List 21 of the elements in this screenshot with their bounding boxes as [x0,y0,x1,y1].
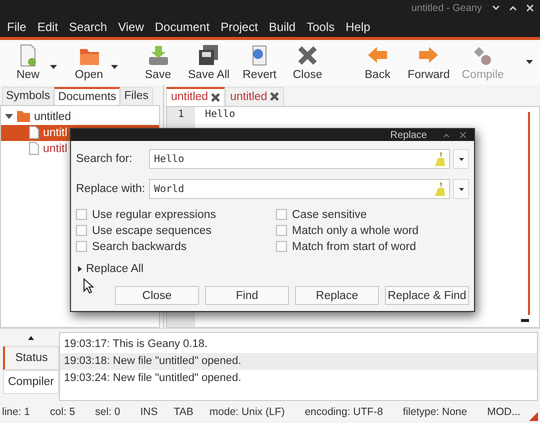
field-label: Replace with: [76,183,146,195]
line-number: 1 [176,108,186,120]
status-item: INS [140,406,158,418]
checkbox-label: Search backwards [92,240,187,252]
field-label: Search for: [76,153,134,165]
checkbox-label: Match from start of word [292,240,416,252]
status-item: line: 1 [2,406,30,418]
window-title: untitled - Geany [411,2,482,14]
status-item: MOD... [487,406,520,418]
checkbox-label: Use escape sequences [92,224,212,236]
status-item: encoding: UTF-8 [304,406,383,418]
status-item: col: 5 [50,406,76,418]
dialog-title: Replace [390,130,427,140]
status-item: sel: 0 [95,406,120,418]
code-line: Hello [205,108,236,120]
checkbox-label: Match only a whole word [292,224,419,236]
checkbox-label: Case sensitive [292,208,367,220]
checkbox-label: Use regular expressions [92,208,216,220]
status-item: mode: Unix (LF) [209,406,285,418]
status-item: filetype: None [402,406,468,418]
status-item: TAB [174,406,194,418]
